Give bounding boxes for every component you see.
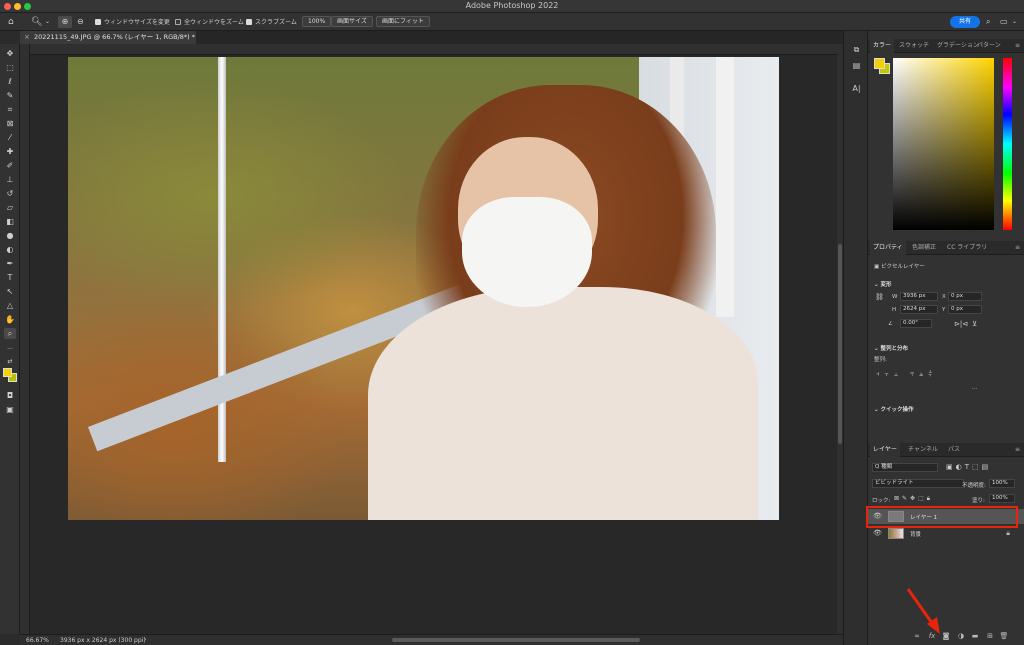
annotation-arrow-line — [906, 588, 936, 627]
foreground-color-swatch[interactable] — [3, 368, 12, 377]
photoshop-window: Adobe Photoshop 2022 ⌂ 🔍︎ ⌄ ⊕ ⊖ ウィンドウサイズ… — [0, 0, 1024, 645]
color-panel-foreground-swatch[interactable] — [874, 58, 885, 69]
annotation-arrow — [906, 588, 940, 634]
